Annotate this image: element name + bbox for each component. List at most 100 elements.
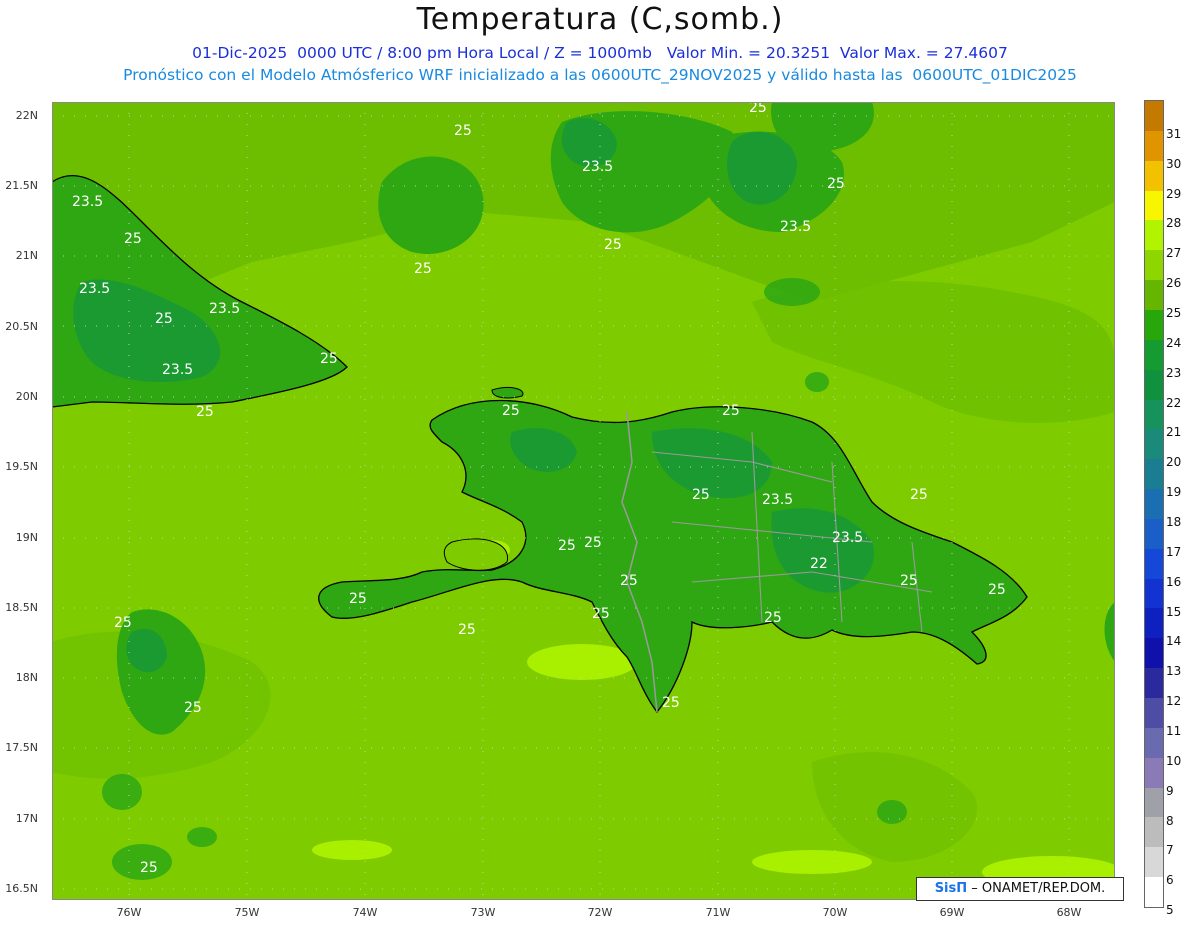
color-scale-segment xyxy=(1145,817,1163,848)
color-scale-segment xyxy=(1145,250,1163,281)
contour-label-25: 25 xyxy=(584,535,602,551)
color-scale-label: 28 xyxy=(1166,216,1182,231)
contour-label-22: 22 xyxy=(810,556,828,572)
contour-label-25: 25 xyxy=(124,231,142,247)
color-scale-label: 9 xyxy=(1166,783,1174,798)
latitude-tick-label: 18.5N xyxy=(5,601,38,614)
color-scale-label: 27 xyxy=(1166,246,1182,261)
credit-box: SisΠ – ONAMET/REP.DOM. xyxy=(916,877,1124,901)
longitude-tick-label: 70W xyxy=(822,906,848,919)
color-scale-segment xyxy=(1145,638,1163,669)
color-scale-segment xyxy=(1145,698,1163,729)
contour-label-25: 25 xyxy=(349,591,367,607)
color-scale-label: 17 xyxy=(1166,544,1182,559)
color-scale-label: 22 xyxy=(1166,395,1182,410)
latitude-tick-label: 17.5N xyxy=(5,741,38,754)
latitude-tick-label: 19N xyxy=(15,531,38,544)
chart-subtitle-valid-time: 01-Dic-2025 0000 UTC / 8:00 pm Hora Loca… xyxy=(192,44,1008,62)
contour-label-25: 25 xyxy=(749,102,767,116)
contour-label-25: 25 xyxy=(454,123,472,139)
latitude-tick-label: 21.5N xyxy=(5,179,38,192)
contour-label-25: 25 xyxy=(196,404,214,420)
color-scale-label: 19 xyxy=(1166,485,1182,500)
chart-title: Temperatura (C,somb.) xyxy=(416,2,784,37)
credit-text: – ONAMET/REP.DOM. xyxy=(971,881,1106,896)
color-scale-segment xyxy=(1145,459,1163,490)
color-scale-label: 23 xyxy=(1166,365,1182,380)
color-scale-bar xyxy=(1144,100,1164,908)
color-scale-label: 24 xyxy=(1166,335,1182,350)
contour-label-23-5: 23.5 xyxy=(209,301,240,317)
color-scale-segment xyxy=(1145,847,1163,878)
color-scale-segment xyxy=(1145,548,1163,580)
color-scale-segment xyxy=(1145,399,1163,430)
color-scale-segment xyxy=(1145,369,1163,400)
longitude-tick-label: 72W xyxy=(587,906,613,919)
color-scale-segment xyxy=(1145,727,1163,759)
color-scale-label: 25 xyxy=(1166,306,1182,321)
color-scale-label: 29 xyxy=(1166,186,1182,201)
color-scale-label: 21 xyxy=(1166,425,1182,440)
latitude-tick-label: 17N xyxy=(15,812,38,825)
color-scale-label: 11 xyxy=(1166,723,1182,738)
color-scale-segment xyxy=(1145,130,1163,162)
contour-label-25: 25 xyxy=(988,582,1006,598)
contour-label-25: 25 xyxy=(184,700,202,716)
contour-label-25: 25 xyxy=(558,538,576,554)
contour-label-23-5: 23.5 xyxy=(832,530,863,546)
contour-label-25: 25 xyxy=(910,487,928,503)
color-scale-segment xyxy=(1145,668,1163,699)
contour-label-25: 25 xyxy=(592,606,610,622)
latitude-tick-label: 16.5N xyxy=(5,882,38,895)
contour-label-25: 25 xyxy=(604,237,622,253)
contour-label-23-5: 23.5 xyxy=(162,362,193,378)
color-scale-label: 16 xyxy=(1166,574,1182,589)
color-scale-label: 12 xyxy=(1166,694,1182,709)
color-scale-segment xyxy=(1145,220,1163,251)
color-scale-label: 18 xyxy=(1166,515,1182,529)
contour-label-25: 25 xyxy=(692,487,710,503)
color-scale-segment xyxy=(1145,608,1163,639)
temperature-map: 25 25 23.5 25 23.5 25 23.5 25 25 23.5 25… xyxy=(52,102,1115,900)
latitude-tick-label: 19.5N xyxy=(5,460,38,473)
longitude-tick-label: 68W xyxy=(1056,906,1082,919)
color-scale-label: 30 xyxy=(1166,156,1182,171)
contour-label-23-5: 23.5 xyxy=(79,281,110,297)
color-scale-segment xyxy=(1145,877,1163,908)
contour-label-23-5: 23.5 xyxy=(780,219,811,235)
color-scale-segment xyxy=(1145,280,1163,311)
color-scale-segment xyxy=(1145,101,1163,132)
color-scale-label: 15 xyxy=(1166,604,1182,619)
latitude-tick-label: 20N xyxy=(15,390,38,403)
color-scale-label: 26 xyxy=(1166,276,1182,291)
color-scale-segment xyxy=(1145,489,1163,520)
color-scale-segment xyxy=(1145,190,1163,221)
longitude-tick-label: 74W xyxy=(352,906,378,919)
contour-label-25: 25 xyxy=(764,610,782,626)
latitude-tick-label: 20.5N xyxy=(5,320,38,333)
color-scale-label: 8 xyxy=(1166,813,1174,828)
contour-label-25: 25 xyxy=(502,403,520,419)
color-scale-segment xyxy=(1145,309,1163,341)
color-scale-label: 7 xyxy=(1166,843,1174,858)
chart-subtitle-model-run: Pronóstico con el Modelo Atmósferico WRF… xyxy=(123,66,1077,84)
color-scale-segment xyxy=(1145,787,1163,818)
longitude-tick-label: 73W xyxy=(470,906,496,919)
contour-label-25: 25 xyxy=(458,622,476,638)
longitude-tick-label: 69W xyxy=(939,906,965,919)
color-scale-label: 14 xyxy=(1166,634,1182,649)
color-scale-label: 13 xyxy=(1166,664,1182,679)
contour-label-25: 25 xyxy=(155,311,173,327)
latitude-tick-label: 22N xyxy=(15,109,38,122)
color-scale-label: 6 xyxy=(1166,873,1174,888)
contour-label-25: 25 xyxy=(140,860,158,876)
contour-label-25: 25 xyxy=(900,573,918,589)
contour-label-25: 25 xyxy=(114,615,132,631)
color-scale-segment xyxy=(1145,339,1163,371)
longitude-tick-label: 71W xyxy=(705,906,731,919)
color-scale-segment xyxy=(1145,160,1163,192)
latitude-tick-label: 18N xyxy=(15,671,38,684)
contour-label-25: 25 xyxy=(620,573,638,589)
longitude-tick-label: 76W xyxy=(116,906,142,919)
color-scale-segment xyxy=(1145,757,1163,789)
